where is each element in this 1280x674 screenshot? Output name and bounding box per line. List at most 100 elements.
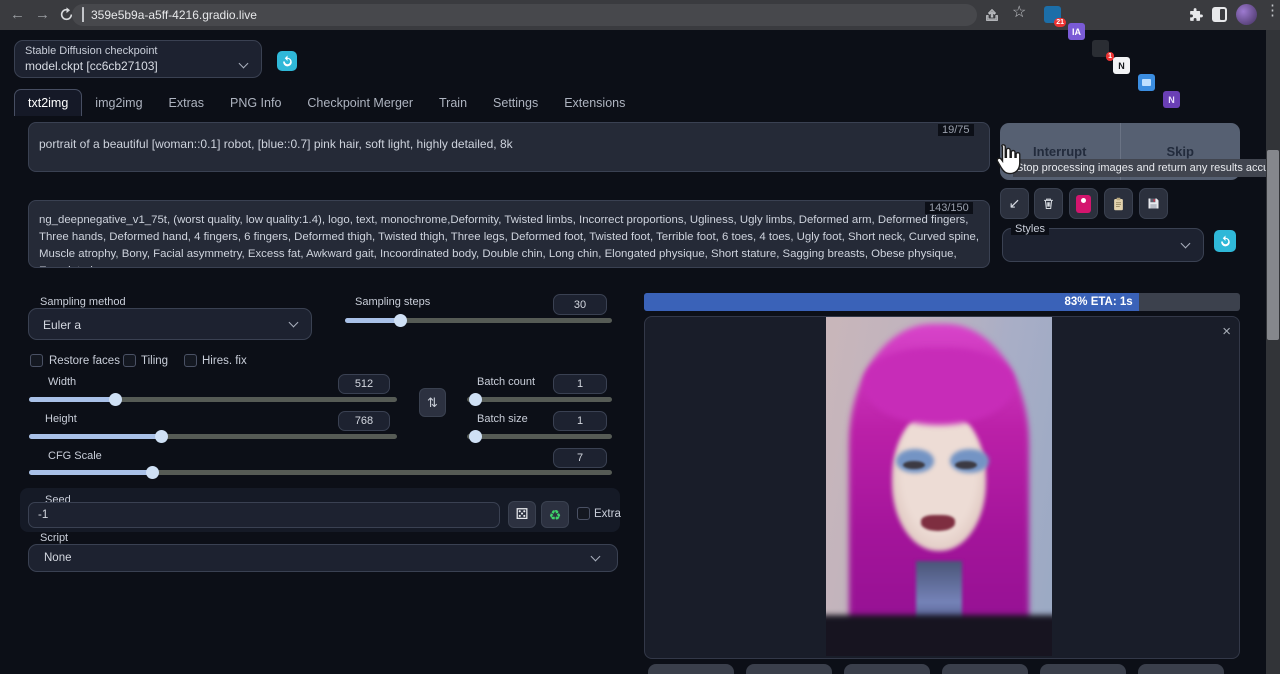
tab-checkpoint-merger[interactable]: Checkpoint Merger [294,90,426,116]
https-lock-icon [82,8,84,22]
progress-bar-fill: 83% ETA: 1s [644,293,1139,311]
reuse-seed-recycle-button[interactable]: ♻ [541,501,569,528]
batch-size-label: Batch size [477,413,528,425]
sampling-steps-slider[interactable] [345,318,612,323]
prompt-textarea[interactable]: portrait of a beautiful [woman::0.1] rob… [28,122,990,172]
extension-icon-5[interactable] [1138,74,1155,91]
clear-prompt-trash-icon[interactable] [1034,188,1063,219]
checkpoint-refresh-button[interactable] [277,51,297,71]
checkpoint-value: model.ckpt [cc6cb27103] [25,59,158,73]
close-preview-icon[interactable]: × [1222,323,1231,340]
side-panel-icon[interactable] [1212,7,1227,22]
sampling-steps-label: Sampling steps [355,296,430,308]
checkpoint-dropdown[interactable]: Stable Diffusion checkpoint model.ckpt [… [14,40,262,78]
cfg-scale-input[interactable]: 7 [553,448,607,468]
extensions-puzzle-icon[interactable] [1188,6,1205,26]
batch-count-input[interactable]: 1 [553,374,607,394]
interrupt-tooltip: Stop processing images and return any re… [1013,159,1280,177]
main-tabbar: txt2img img2img Extras PNG Info Checkpoi… [14,89,638,116]
slider-handle[interactable] [146,466,159,479]
gallery-action-button[interactable] [1040,664,1126,674]
tiling-checkbox[interactable] [123,354,136,367]
negative-token-counter: 143/150 [925,202,973,214]
browser-back-button[interactable]: ← [10,0,25,30]
tab-extensions[interactable]: Extensions [551,90,638,116]
generated-image-preview[interactable] [826,317,1052,656]
browser-profile-avatar[interactable] [1236,4,1257,25]
swap-width-height-button[interactable]: ⇅ [419,388,446,417]
tab-png-info[interactable]: PNG Info [217,90,294,116]
sampling-steps-input[interactable]: 30 [553,294,607,315]
slider-handle[interactable] [155,430,168,443]
height-input[interactable]: 768 [338,411,390,431]
browser-address-bar[interactable]: 359e5b9a-a5ff-4216.gradio.live [72,4,977,26]
gallery-action-button[interactable] [746,664,832,674]
script-label: Script [40,532,68,544]
extension-icon-1[interactable]: 21 [1044,6,1061,23]
batch-size-input[interactable]: 1 [553,411,607,431]
height-slider[interactable] [29,434,397,439]
hires-fix-checkbox[interactable] [184,354,197,367]
seed-input[interactable]: -1 [28,502,500,528]
extension-icon-2[interactable]: IA [1068,23,1085,40]
browser-menu-icon[interactable]: ⋮ [1265,1,1280,19]
extension-icon-3[interactable]: 1 [1092,40,1109,57]
width-label: Width [48,376,76,388]
extension-icon-notion[interactable]: N [1113,57,1130,74]
negative-prompt-textarea[interactable]: ng_deepnegative_v1_75t, (worst quality, … [28,200,990,268]
output-gallery: × [644,316,1240,659]
save-style-floppy-icon[interactable] [1139,188,1168,219]
extension-icon-6[interactable]: N [1163,91,1180,108]
width-input[interactable]: 512 [338,374,390,394]
tab-img2img[interactable]: img2img [82,90,155,116]
progress-bar: 83% ETA: 1s [644,293,1240,311]
stable-diffusion-webui: ← → 359e5b9a-a5ff-4216.gradio.live ☆ 21 … [0,0,1280,674]
gallery-action-button[interactable] [844,664,930,674]
script-dropdown[interactable]: None [28,544,618,572]
hires-fix-label: Hires. fix [202,355,247,367]
extra-networks-icon[interactable] [1069,188,1098,219]
restore-faces-checkbox[interactable] [30,354,43,367]
slider-handle[interactable] [469,393,482,406]
cfg-scale-label: CFG Scale [48,450,102,462]
tiling-label: Tiling [141,355,168,367]
browser-toolbar: ← → 359e5b9a-a5ff-4216.gradio.live ☆ 21 … [0,0,1280,30]
scrollbar-thumb[interactable] [1267,150,1279,340]
tab-extras[interactable]: Extras [156,90,217,116]
batch-count-slider[interactable] [467,397,612,402]
browser-forward-button[interactable]: → [35,0,50,30]
gallery-action-button[interactable] [648,664,734,674]
bookmark-star-icon[interactable]: ☆ [1012,2,1026,22]
mouse-cursor-pointer [992,142,1022,183]
cfg-scale-slider[interactable] [29,470,612,475]
random-seed-dice-button[interactable]: ⚄ [508,501,536,528]
chevron-down-icon [1181,239,1191,249]
prompt-token-counter: 19/75 [938,124,974,136]
styles-dropdown[interactable]: Styles [1002,228,1204,262]
apply-styles-clipboard-icon[interactable] [1104,188,1133,219]
sampling-method-dropdown[interactable]: Euler a [28,308,312,340]
batch-count-label: Batch count [477,376,535,388]
slider-handle[interactable] [394,314,407,327]
batch-size-slider[interactable] [467,434,612,439]
tab-settings[interactable]: Settings [480,90,551,116]
restore-faces-label: Restore faces [49,355,120,367]
styles-refresh-button[interactable] [1214,230,1236,252]
chevron-down-icon [289,318,299,328]
width-slider[interactable] [29,397,397,402]
chevron-down-icon [591,552,601,562]
slider-handle[interactable] [109,393,122,406]
seed-extra-checkbox[interactable] [577,507,590,520]
page-scrollbar[interactable] [1266,30,1280,674]
gallery-action-button[interactable] [1138,664,1224,674]
styles-label: Styles [1011,223,1049,235]
paste-params-arrow-icon[interactable]: ↙ [1000,188,1029,219]
tab-train[interactable]: Train [426,90,480,116]
seed-extra-label: Extra [594,508,621,520]
share-icon[interactable] [984,7,1000,26]
gallery-action-button[interactable] [942,664,1028,674]
slider-handle[interactable] [469,430,482,443]
checkpoint-label: Stable Diffusion checkpoint [25,45,158,57]
tab-txt2img[interactable]: txt2img [14,89,82,116]
sampling-method-label: Sampling method [40,296,126,308]
